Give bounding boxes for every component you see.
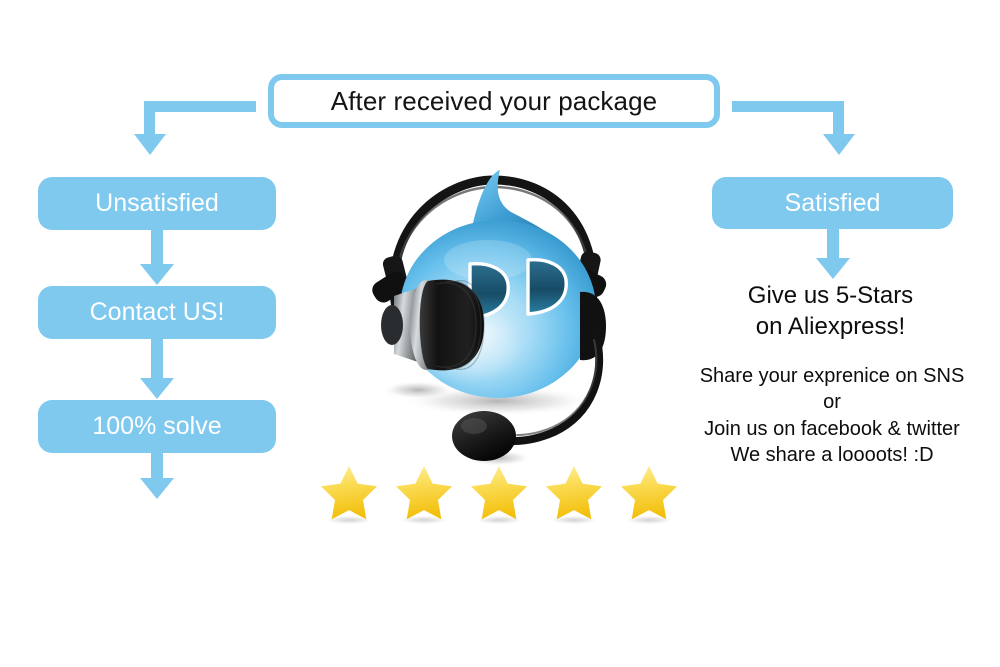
connector-vertical-segment — [833, 101, 844, 136]
social-share-text: Share your exprenice on SNS or Join us o… — [678, 363, 986, 469]
flow-box-label: Unsatisfied — [95, 189, 219, 217]
social-line: We share a loooots! :D — [730, 444, 934, 467]
connector-horizontal-segment — [732, 101, 844, 112]
star-icon — [618, 462, 680, 524]
star-icon — [393, 462, 455, 524]
arrow-solve-terminal — [140, 453, 174, 501]
flow-box-satisfied: Satisfied — [712, 177, 953, 229]
social-line: Join us on facebook & twitter — [704, 417, 960, 440]
cta-line: Give us 5-Stars — [747, 282, 914, 309]
connector-header-to-satisfied — [732, 101, 855, 157]
page-title: After received your package — [330, 85, 658, 116]
flow-box-unsatisfied: Unsatisfied — [38, 177, 276, 230]
earcup-ground-shadow — [382, 381, 454, 399]
headset-left-driver-cap — [381, 305, 403, 345]
microphone-capsule-gloss — [461, 418, 487, 434]
flow-box-label: Contact US! — [89, 298, 225, 326]
connector-header-to-unsatisfied — [134, 101, 256, 157]
connector-vertical-segment — [144, 101, 155, 136]
header-box: After received your package — [268, 74, 720, 128]
star-icon — [318, 462, 380, 524]
arrow-stem — [827, 229, 839, 259]
flow-box-label: 100% solve — [92, 412, 222, 440]
support-mascot-illustration — [348, 168, 628, 468]
arrow-stem — [151, 453, 163, 479]
arrow-down-icon — [140, 478, 174, 499]
arrow-stem — [151, 230, 163, 265]
arrow-down-icon — [816, 258, 850, 279]
flow-box-contact-us: Contact US! — [38, 286, 276, 339]
flow-box-label: Satisfied — [784, 188, 881, 217]
cta-line: on Aliexpress! — [755, 312, 906, 340]
arrow-down-icon — [134, 134, 166, 155]
arrow-stem — [151, 339, 163, 379]
flow-diagram-canvas: After received your package Unsatisfied … — [0, 0, 1000, 667]
call-to-action-text: Give us 5-Stars on Aliexpress! — [688, 281, 973, 342]
arrow-satisfied-to-cta — [816, 229, 850, 281]
arrow-unsatisfied-to-contact — [140, 230, 174, 286]
arrow-down-icon — [823, 134, 855, 155]
social-line: or — [823, 391, 841, 414]
star-icon — [543, 462, 605, 524]
social-line: Share your exprenice on SNS — [699, 365, 965, 387]
five-star-rating — [318, 462, 680, 524]
flow-box-100-percent-solve: 100% solve — [38, 400, 276, 453]
microphone-capsule — [452, 411, 516, 461]
arrow-contact-to-solve — [140, 339, 174, 400]
star-icon — [468, 462, 530, 524]
arrow-down-icon — [140, 264, 174, 285]
arrow-down-icon — [140, 378, 174, 399]
connector-horizontal-segment — [144, 101, 256, 112]
